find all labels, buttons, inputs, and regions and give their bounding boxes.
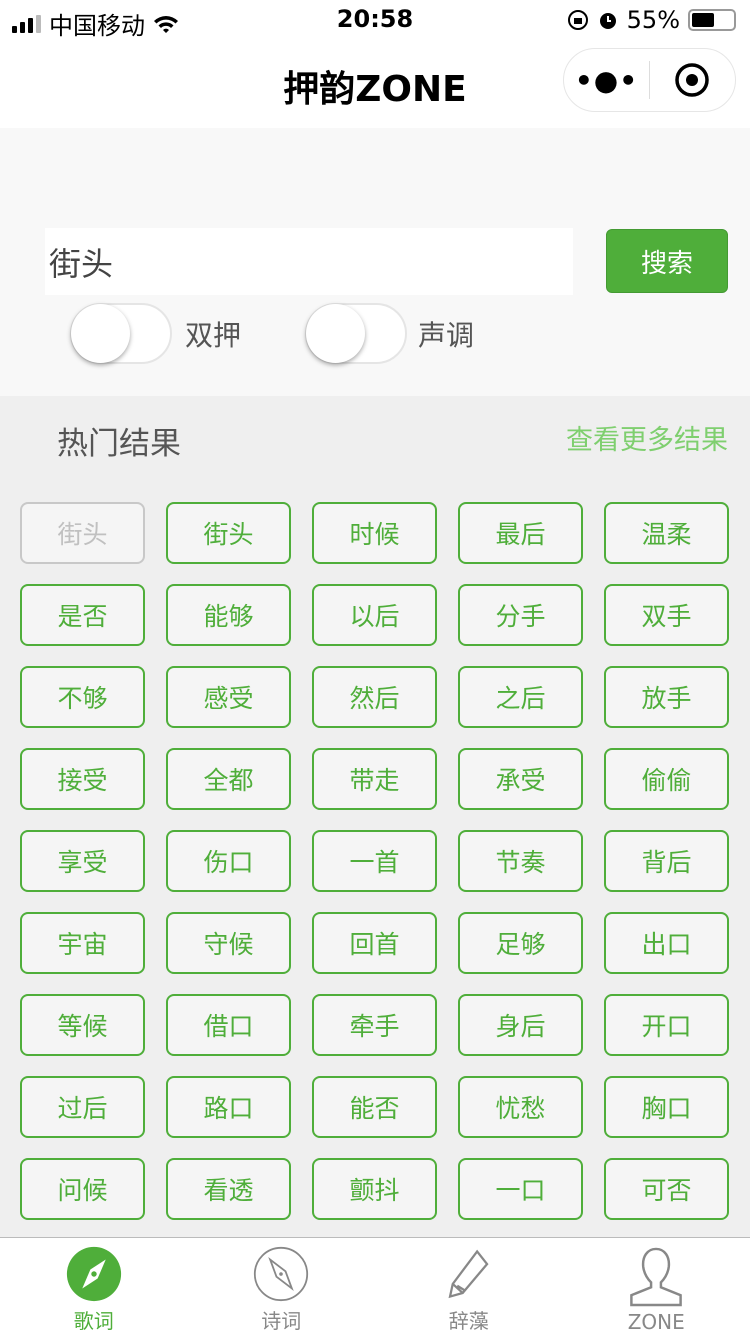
capsule-menu: •●• (563, 48, 736, 112)
rhyme-word-chip[interactable]: 放手 (604, 666, 729, 728)
rhyme-word-chip[interactable]: 节奏 (458, 830, 583, 892)
rhyme-word-chip[interactable]: 最后 (458, 502, 583, 564)
pencil-icon (448, 1249, 489, 1299)
rhyme-word-chip[interactable]: 伤口 (166, 830, 291, 892)
signal-icon (12, 14, 41, 33)
rhyme-word-chip[interactable]: 身后 (458, 994, 583, 1056)
rhyme-word-chip[interactable]: 享受 (20, 830, 145, 892)
target-icon (675, 63, 710, 97)
compass-icon (66, 1246, 121, 1302)
more-button[interactable]: •●• (564, 64, 649, 97)
rhyme-word-chip[interactable]: 开口 (604, 994, 729, 1056)
battery-percent: 55% (626, 6, 680, 34)
rhyme-word-chip[interactable]: 能否 (312, 1076, 437, 1138)
rhyme-word-chip[interactable]: 过后 (20, 1076, 145, 1138)
search-panel: 搜索 双押 声调 (0, 128, 750, 396)
tab-label: 辞藻 (448, 1309, 489, 1333)
more-results-link[interactable]: 查看更多结果 (566, 418, 728, 457)
rhyme-word-chip[interactable]: 等候 (20, 994, 145, 1056)
rhyme-word-chip[interactable]: 然后 (312, 666, 437, 728)
tab-vocab[interactable]: 辞藻 (375, 1238, 563, 1334)
rhyme-word-chip[interactable]: 问候 (20, 1158, 145, 1220)
alarm-icon (599, 13, 616, 29)
rhyme-word-chip[interactable]: 背后 (604, 830, 729, 892)
results-header: 热门结果 (57, 426, 181, 462)
double-rhyme-label: 双押 (185, 319, 242, 352)
rhyme-word-chip[interactable]: 守候 (166, 912, 291, 974)
tab-lyrics[interactable]: 歌词 (0, 1238, 188, 1334)
rhyme-word-chip[interactable]: 偷偷 (604, 748, 729, 810)
tab-poetry[interactable]: 诗词 (188, 1238, 376, 1334)
rhyme-word-chip[interactable]: 足够 (458, 912, 583, 974)
close-miniprogram-button[interactable] (650, 62, 735, 98)
tab-bar: 歌词 诗词 辞藻 ZONE (0, 1237, 750, 1334)
battery-icon (688, 9, 736, 31)
rhyme-word-chip[interactable]: 承受 (458, 748, 583, 810)
rhyme-word-chip[interactable]: 看透 (166, 1158, 291, 1220)
rhyme-word-chip[interactable]: 分手 (458, 584, 583, 646)
tab-label: 歌词 (73, 1309, 114, 1333)
rhyme-word-chip[interactable]: 是否 (20, 584, 145, 646)
rhyme-word-chip[interactable]: 胸口 (604, 1076, 729, 1138)
rhyme-word-chip[interactable]: 街头 (166, 502, 291, 564)
tone-label: 声调 (418, 319, 475, 352)
results-grid: 街头 街头 时候 最后 温柔 是否 能够 以后 分手 双手 不够 感受 然后 之后 放手 接受 全都 带走 承受 偷偷… (20, 502, 729, 1220)
tab-label: 诗词 (261, 1309, 302, 1333)
double-rhyme-toggle[interactable] (70, 303, 172, 364)
search-button[interactable]: 搜索 (606, 229, 728, 293)
rotation-lock-icon (567, 10, 588, 30)
compass-outline-icon (254, 1246, 309, 1302)
rhyme-word-chip[interactable]: 颤抖 (312, 1158, 437, 1220)
query-word-chip: 街头 (20, 502, 145, 564)
rhyme-word-chip[interactable]: 牵手 (312, 994, 437, 1056)
status-bar: 中国移动 20:58 55% (0, 0, 750, 40)
tone-toggle[interactable] (305, 303, 407, 364)
rhyme-word-chip[interactable]: 不够 (20, 666, 145, 728)
wifi-icon (154, 15, 178, 33)
carrier: 中国移动 (49, 12, 145, 40)
rhyme-word-chip[interactable]: 温柔 (604, 502, 729, 564)
rhyme-word-chip[interactable]: 可否 (604, 1158, 729, 1220)
nav-bar: 押韵ZONE •●• (0, 40, 750, 128)
search-input[interactable] (45, 228, 573, 295)
rhyme-word-chip[interactable]: 能够 (166, 584, 291, 646)
rhyme-word-chip[interactable]: 以后 (312, 584, 437, 646)
rhyme-word-chip[interactable]: 感受 (166, 666, 291, 728)
rhyme-word-chip[interactable]: 全都 (166, 748, 291, 810)
rhyme-word-chip[interactable]: 一口 (458, 1158, 583, 1220)
rhyme-word-chip[interactable]: 时候 (312, 502, 437, 564)
rhyme-word-chip[interactable]: 路口 (166, 1076, 291, 1138)
rhyme-word-chip[interactable]: 接受 (20, 748, 145, 810)
tab-label: ZONE (627, 1310, 685, 1334)
user-icon (630, 1247, 683, 1307)
rhyme-word-chip[interactable]: 之后 (458, 666, 583, 728)
tab-zone[interactable]: ZONE (563, 1238, 750, 1334)
rhyme-word-chip[interactable]: 双手 (604, 584, 729, 646)
rhyme-word-chip[interactable]: 一首 (312, 830, 437, 892)
rhyme-word-chip[interactable]: 回首 (312, 912, 437, 974)
rhyme-word-chip[interactable]: 忧愁 (458, 1076, 583, 1138)
rhyme-word-chip[interactable]: 出口 (604, 912, 729, 974)
rhyme-word-chip[interactable]: 宇宙 (20, 912, 145, 974)
rhyme-word-chip[interactable]: 借口 (166, 994, 291, 1056)
rhyme-word-chip[interactable]: 带走 (312, 748, 437, 810)
